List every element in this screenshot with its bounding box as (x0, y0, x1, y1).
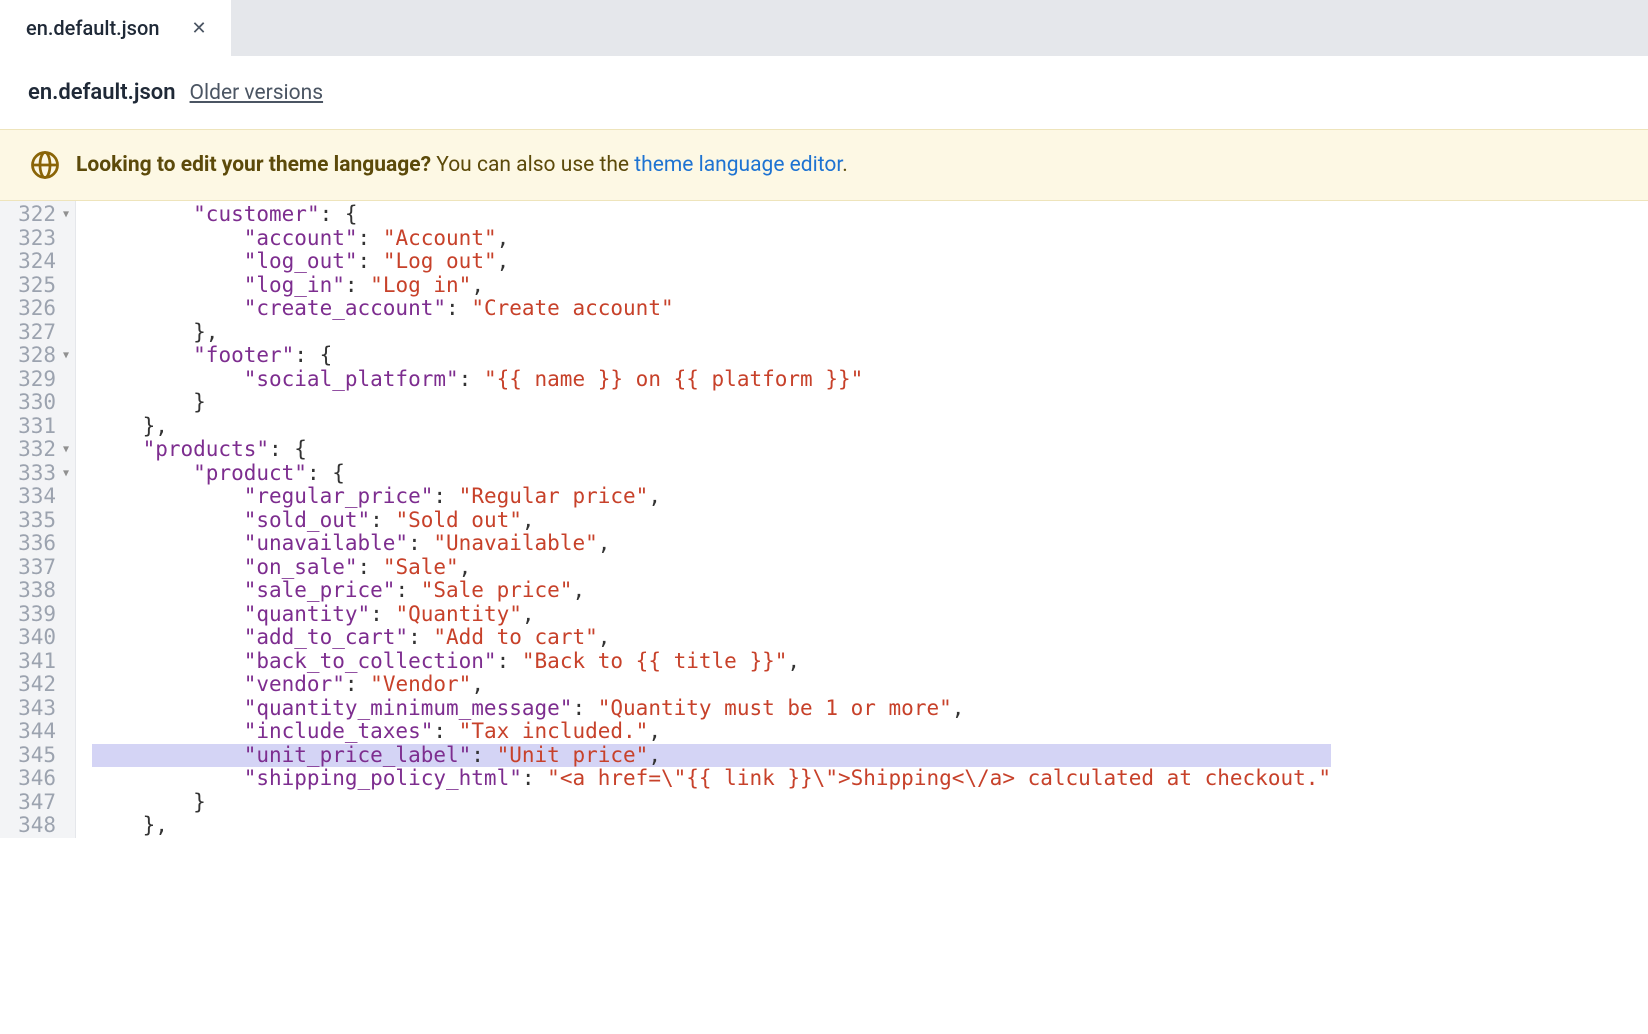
line-number: 340 (8, 626, 69, 650)
code-line[interactable]: "shipping_policy_html": "<a href=\"{{ li… (92, 767, 1331, 791)
fold-arrow-icon[interactable]: ▼ (59, 344, 69, 368)
info-banner: Looking to edit your theme language? You… (0, 129, 1648, 201)
line-number: 326 (8, 297, 69, 321)
line-number: 341 (8, 650, 69, 674)
code-line[interactable]: } (92, 791, 1331, 815)
code-line[interactable]: "sale_price": "Sale price", (92, 579, 1331, 603)
code-line[interactable]: "products": { (92, 438, 1331, 462)
banner-plain-text: You can also use the (431, 153, 634, 177)
code-line[interactable]: "social_platform": "{{ name }} on {{ pla… (92, 368, 1331, 392)
code-line[interactable]: "include_taxes": "Tax included.", (92, 720, 1331, 744)
code-line[interactable]: "unit_price_label": "Unit price", (92, 744, 1331, 768)
line-number: 346 (8, 767, 69, 791)
fold-arrow-icon[interactable]: ▼ (59, 462, 69, 486)
line-number: 347 (8, 791, 69, 815)
line-number: 331 (8, 415, 69, 439)
code-line[interactable]: "log_out": "Log out", (92, 250, 1331, 274)
line-number: 330 (8, 391, 69, 415)
code-line[interactable]: "quantity_minimum_message": "Quantity mu… (92, 697, 1331, 721)
code-line[interactable]: "sold_out": "Sold out", (92, 509, 1331, 533)
banner-strong-text: Looking to edit your theme language? (76, 153, 431, 177)
file-title: en.default.json (28, 80, 176, 105)
globe-icon (30, 150, 60, 180)
code-line[interactable]: "back_to_collection": "Back to {{ title … (92, 650, 1331, 674)
line-number: 322▼ (8, 203, 69, 227)
line-number: 338 (8, 579, 69, 603)
line-number: 348 (8, 814, 69, 838)
tab-bar: en.default.json ✕ (0, 0, 1648, 56)
line-number: 329 (8, 368, 69, 392)
line-number: 325 (8, 274, 69, 298)
line-number: 337 (8, 556, 69, 580)
line-number: 336 (8, 532, 69, 556)
line-number: 328▼ (8, 344, 69, 368)
file-header: en.default.json Older versions (0, 56, 1648, 129)
code-line[interactable]: "quantity": "Quantity", (92, 603, 1331, 627)
theme-language-editor-link[interactable]: theme language editor (634, 153, 842, 177)
code-line[interactable]: }, (92, 321, 1331, 345)
code-line[interactable]: "footer": { (92, 344, 1331, 368)
line-number: 323 (8, 227, 69, 251)
code-line[interactable]: "customer": { (92, 203, 1331, 227)
line-gutter: 322▼323324325326327328▼329330331332▼333▼… (0, 201, 76, 838)
line-number: 342 (8, 673, 69, 697)
code-line[interactable]: }, (92, 814, 1331, 838)
code-line[interactable]: "add_to_cart": "Add to cart", (92, 626, 1331, 650)
code-editor[interactable]: 322▼323324325326327328▼329330331332▼333▼… (0, 201, 1648, 838)
banner-text: Looking to edit your theme language? You… (76, 153, 848, 177)
line-number: 344 (8, 720, 69, 744)
fold-arrow-icon[interactable]: ▼ (59, 203, 69, 227)
code-line[interactable]: "vendor": "Vendor", (92, 673, 1331, 697)
code-line[interactable]: "create_account": "Create account" (92, 297, 1331, 321)
line-number: 345 (8, 744, 69, 768)
code-line[interactable]: "on_sale": "Sale", (92, 556, 1331, 580)
line-number: 334 (8, 485, 69, 509)
code-line[interactable]: "log_in": "Log in", (92, 274, 1331, 298)
banner-period: . (842, 153, 848, 177)
code-line[interactable]: }, (92, 415, 1331, 439)
line-number: 327 (8, 321, 69, 345)
line-number: 333▼ (8, 462, 69, 486)
line-number: 324 (8, 250, 69, 274)
code-line[interactable]: "product": { (92, 462, 1331, 486)
code-line[interactable]: "unavailable": "Unavailable", (92, 532, 1331, 556)
line-number: 335 (8, 509, 69, 533)
code-area[interactable]: "customer": { "account": "Account", "log… (76, 201, 1331, 838)
line-number: 343 (8, 697, 69, 721)
close-icon[interactable]: ✕ (187, 14, 210, 43)
code-line[interactable]: "account": "Account", (92, 227, 1331, 251)
code-line[interactable]: "regular_price": "Regular price", (92, 485, 1331, 509)
older-versions-link[interactable]: Older versions (190, 81, 324, 105)
line-number: 339 (8, 603, 69, 627)
line-number: 332▼ (8, 438, 69, 462)
tab-label: en.default.json (26, 16, 159, 40)
code-line[interactable]: } (92, 391, 1331, 415)
fold-arrow-icon[interactable]: ▼ (59, 438, 69, 462)
tab-active[interactable]: en.default.json ✕ (0, 0, 231, 56)
